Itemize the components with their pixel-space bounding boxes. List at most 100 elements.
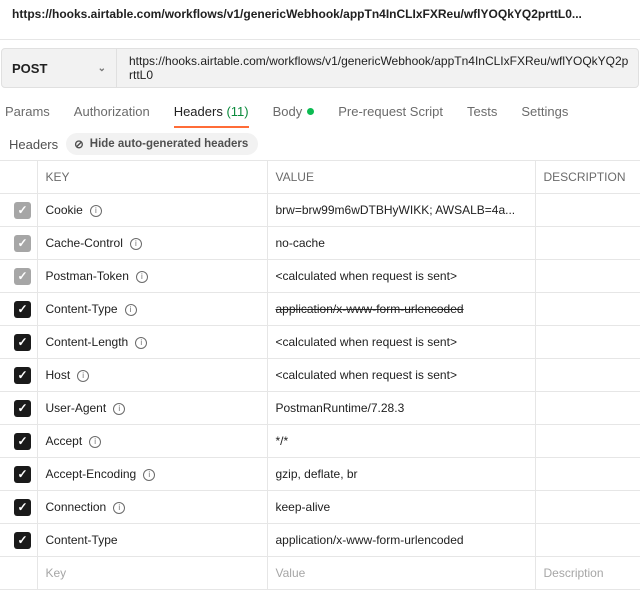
value-text: PostmanRuntime/7.28.3 (275, 401, 405, 415)
key-cell[interactable]: Postman-Token i (36, 259, 268, 293)
method-select[interactable]: POST ⌄ (2, 49, 117, 87)
tab-settings[interactable]: Settings (521, 104, 568, 128)
request-tabs: Params Authorization Headers (11) Body Pre-r… (5, 104, 568, 128)
description-cell[interactable] (534, 292, 640, 326)
tab-tests[interactable]: Tests (467, 104, 497, 128)
tab-headers[interactable]: Headers (11) (173, 104, 249, 128)
headers-table: KEY VALUE DESCRIPTION ✓ Cookie i brw=brw99m… (0, 160, 640, 590)
col-description: DESCRIPTION (534, 160, 640, 194)
value-cell[interactable]: PostmanRuntime/7.28.3 (266, 391, 536, 425)
key-text: Postman-Token (45, 269, 129, 283)
table-row: ✓ Accept i */* (0, 424, 640, 458)
enable-checkbox[interactable]: ✓ (14, 432, 31, 450)
value-cell[interactable]: application/x-www-form-urlencoded (266, 292, 536, 326)
key-cell[interactable]: Content-Type i (36, 292, 268, 326)
value-cell[interactable]: */* (266, 424, 536, 458)
enable-checkbox[interactable]: ✓ (14, 465, 31, 483)
url-input[interactable]: https://hooks.airtable.com/workflows/v1/… (117, 49, 638, 87)
divider (0, 39, 640, 40)
description-cell[interactable] (534, 457, 640, 491)
description-cell[interactable] (534, 259, 640, 293)
value-text: */* (275, 434, 289, 448)
tab-body[interactable]: Body (273, 104, 315, 128)
description-cell[interactable] (534, 424, 640, 458)
description-cell[interactable] (534, 358, 640, 392)
tab-authorization[interactable]: Authorization (74, 104, 150, 128)
key-text: Cookie (45, 203, 83, 217)
key-text: Content-Type (45, 302, 118, 316)
tab-label: Body (272, 104, 303, 119)
key-cell[interactable]: Cookie i (36, 193, 268, 227)
info-icon[interactable]: i (77, 370, 90, 382)
enable-checkbox[interactable]: ✓ (14, 300, 31, 318)
value-cell[interactable]: keep-alive (266, 490, 536, 524)
info-icon[interactable]: i (135, 337, 148, 349)
enable-checkbox[interactable]: ✓ (14, 267, 31, 285)
col-key: KEY (36, 160, 268, 194)
tab-params[interactable]: Params (5, 104, 50, 128)
table-row: ✓ User-Agent i PostmanRuntime/7.28.3 (0, 391, 640, 425)
table-row: ✓ Cookie i brw=brw99m6wDTBHyWIKK; AWSALB=… (0, 193, 640, 227)
key-cell[interactable]: Accept-Encoding i (36, 457, 268, 491)
key-text: Content-Length (45, 335, 129, 349)
enable-checkbox[interactable]: ✓ (14, 498, 31, 516)
value-text: gzip, deflate, br (275, 467, 358, 481)
description-cell[interactable] (534, 193, 640, 227)
value-cell[interactable]: application/x-www-form-urlencoded (266, 523, 536, 557)
description-cell[interactable] (534, 325, 640, 359)
hide-button-label: Hide auto-generated headers (89, 138, 249, 150)
tab-pre-request-script[interactable]: Pre-request Script (338, 104, 443, 128)
key-cell[interactable]: Accept i (36, 424, 268, 458)
info-icon[interactable]: i (89, 205, 102, 217)
table-row: ✓ Content-Length i <calculated when reque… (0, 325, 640, 359)
info-icon[interactable]: i (135, 271, 148, 283)
description-cell[interactable] (534, 490, 640, 524)
enable-checkbox[interactable]: ✓ (14, 333, 31, 351)
info-icon[interactable]: i (129, 238, 142, 250)
key-input[interactable]: Key (36, 556, 268, 590)
table-row: ✓ Accept-Encoding i gzip, deflate, br (0, 457, 640, 491)
value-cell[interactable]: <calculated when request is sent> (266, 259, 536, 293)
description-cell[interactable] (534, 226, 640, 260)
tab-label: Authorization (73, 104, 150, 119)
value-text: <calculated when request is sent> (275, 269, 457, 283)
value-input[interactable]: Value (266, 556, 536, 590)
description-cell[interactable] (534, 523, 640, 557)
table-row: ✓ Content-Type application/x-www-form-ur… (0, 523, 640, 557)
info-icon[interactable]: i (113, 502, 126, 514)
hide-auto-headers-button[interactable]: ⊘ Hide auto-generated headers (66, 133, 259, 155)
value-cell[interactable]: no-cache (266, 226, 536, 260)
info-icon[interactable]: i (143, 469, 156, 481)
info-icon[interactable]: i (124, 304, 137, 316)
description-input[interactable]: Description (534, 556, 640, 590)
enable-checkbox[interactable]: ✓ (14, 531, 31, 549)
key-cell[interactable]: User-Agent i (36, 391, 268, 425)
key-cell[interactable]: Cache-Control i (36, 226, 268, 260)
value-cell[interactable]: <calculated when request is sent> (266, 358, 536, 392)
value-cell[interactable]: <calculated when request is sent> (266, 325, 536, 359)
description-cell[interactable] (534, 391, 640, 425)
value-text: brw=brw99m6wDTBHyWIKK; AWSALB=4a... (275, 203, 516, 217)
enable-checkbox[interactable]: ✓ (14, 201, 31, 219)
table-row: ✓ Cache-Control i no-cache (0, 226, 640, 260)
enable-checkbox[interactable]: ✓ (14, 366, 31, 384)
key-cell[interactable]: Connection i (36, 490, 268, 524)
key-cell[interactable]: Content-Type (36, 523, 268, 557)
info-icon[interactable]: i (89, 436, 102, 448)
value-cell[interactable]: gzip, deflate, br (266, 457, 536, 491)
value-text: application/x-www-form-urlencoded (275, 533, 464, 547)
key-cell[interactable]: Content-Length i (36, 325, 268, 359)
method-label: POST (12, 60, 48, 76)
enable-checkbox[interactable]: ✓ (14, 234, 31, 252)
table-row: ✓ Host i <calculated when request is sent… (0, 358, 640, 392)
tab-label: Headers (173, 104, 223, 119)
new-header-row: Key Value Description (0, 556, 640, 590)
table-row: ✓ Connection i keep-alive (0, 490, 640, 524)
key-cell[interactable]: Host i (36, 358, 268, 392)
value-cell[interactable]: brw=brw99m6wDTBHyWIKK; AWSALB=4a... (266, 193, 536, 227)
info-icon[interactable]: i (113, 403, 126, 415)
value-text: application/x-www-form-urlencoded (275, 302, 464, 316)
enable-checkbox[interactable]: ✓ (14, 399, 31, 417)
table-row: ✓ Content-Type i application/x-www-form-u… (0, 292, 640, 326)
chevron-down-icon: ⌄ (97, 62, 106, 74)
